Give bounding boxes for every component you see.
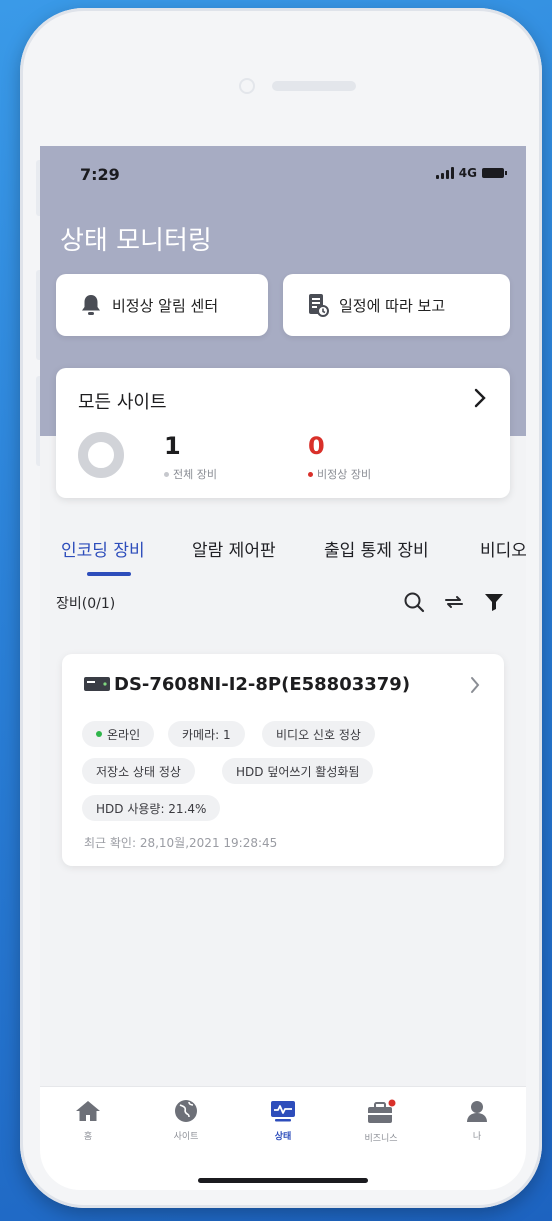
page-title: 상태 모니터링	[60, 226, 212, 256]
device-type-tabs: 인코딩 장비 알람 제어판 출입 통제 장비 비디오	[40, 526, 526, 576]
all-sites-card[interactable]: 모든 사이트 1 전체 장비 0 비정상 장비	[56, 368, 510, 498]
earpiece	[272, 81, 356, 91]
filter-icon[interactable]	[482, 590, 506, 614]
battery-icon	[482, 168, 507, 178]
scheduled-report-label: 일정에 따라 보고	[339, 296, 446, 315]
nvr-device-icon	[84, 677, 110, 691]
hdd-overwrite-chip: HDD 덮어쓰기 활성화됨	[222, 758, 374, 784]
device-card[interactable]: DS-7608NI-I2-8P(E58803379) 온라인 카메라: 1 비디…	[62, 654, 504, 866]
all-sites-title: 모든 사이트	[78, 392, 167, 413]
app-screen: 7:29 4G 상태 모니터링 비정상 알림 센터 일정에 따라 보고 모든 사…	[40, 146, 526, 1190]
nav-me[interactable]: 나	[442, 1099, 512, 1142]
video-signal-chip: 비디오 신호 정상	[262, 721, 375, 747]
user-icon	[467, 1101, 487, 1122]
briefcase-icon	[368, 1099, 396, 1123]
nav-site[interactable]: 사이트	[151, 1099, 221, 1142]
device-ratio-ring	[78, 432, 124, 478]
bottom-navigation: 홈 사이트 상태 비즈니스 나	[40, 1086, 526, 1190]
abnormal-devices-count: 0	[308, 432, 325, 460]
nav-home[interactable]: 홈	[53, 1099, 123, 1142]
last-check-time: 최근 확인: 28,10월,2021 19:28:45	[84, 836, 278, 850]
status-online-chip: 온라인	[82, 721, 155, 747]
bell-icon	[82, 295, 100, 315]
tab-encoding-devices[interactable]: 인코딩 장비	[61, 536, 145, 561]
chevron-right-icon	[474, 388, 486, 408]
total-devices-label-row: 전체 장비	[164, 466, 217, 482]
globe-icon	[175, 1100, 197, 1122]
abnormal-devices-label: 비정상 장비	[317, 468, 372, 481]
nav-home-label: 홈	[83, 1132, 93, 1142]
abnormal-dot	[308, 471, 313, 477]
total-dot	[164, 471, 169, 477]
tab-video[interactable]: 비디오	[480, 536, 526, 561]
device-name: DS-7608NI-I2-8P(E58803379)	[114, 674, 411, 695]
network-type: 4G	[458, 166, 477, 180]
status-indicators: 4G	[435, 166, 507, 180]
nav-me-label: 나	[472, 1132, 482, 1142]
search-icon[interactable]	[402, 590, 426, 614]
online-label: 온라인	[107, 727, 141, 742]
signal-icon	[435, 167, 454, 179]
camera-count-chip: 카메라: 1	[168, 721, 245, 747]
tab-access-control[interactable]: 출입 통제 장비	[324, 536, 429, 561]
storage-status-chip: 저장소 상태 정상	[82, 758, 195, 784]
report-icon	[309, 294, 329, 317]
nav-business[interactable]: 비즈니스	[346, 1099, 416, 1144]
refresh-icon[interactable]	[442, 590, 466, 614]
front-camera	[239, 78, 255, 94]
total-devices-label: 전체 장비	[173, 468, 217, 481]
online-dot	[96, 731, 102, 737]
home-indicator	[198, 1178, 368, 1183]
scheduled-report-button[interactable]: 일정에 따라 보고	[283, 274, 510, 336]
hdd-usage-chip: HDD 사용량: 21.4%	[82, 795, 221, 821]
status-time: 7:29	[80, 165, 120, 184]
total-devices-count: 1	[164, 432, 181, 460]
active-tab-indicator	[87, 572, 131, 576]
monitor-icon	[271, 1101, 295, 1122]
chevron-right-icon	[471, 677, 480, 693]
nav-status-label: 상태	[274, 1132, 292, 1142]
nav-status[interactable]: 상태	[248, 1099, 318, 1142]
device-count-label: 장비(0/1)	[56, 596, 116, 612]
home-icon	[76, 1101, 100, 1121]
nav-business-label: 비즈니스	[364, 1134, 398, 1144]
alert-center-button[interactable]: 비정상 알림 센터	[56, 274, 268, 336]
tab-alarm-panel[interactable]: 알람 제어판	[192, 536, 276, 561]
nav-site-label: 사이트	[173, 1132, 199, 1142]
alert-center-label: 비정상 알림 센터	[112, 296, 219, 315]
abnormal-devices-label-row: 비정상 장비	[308, 466, 371, 482]
